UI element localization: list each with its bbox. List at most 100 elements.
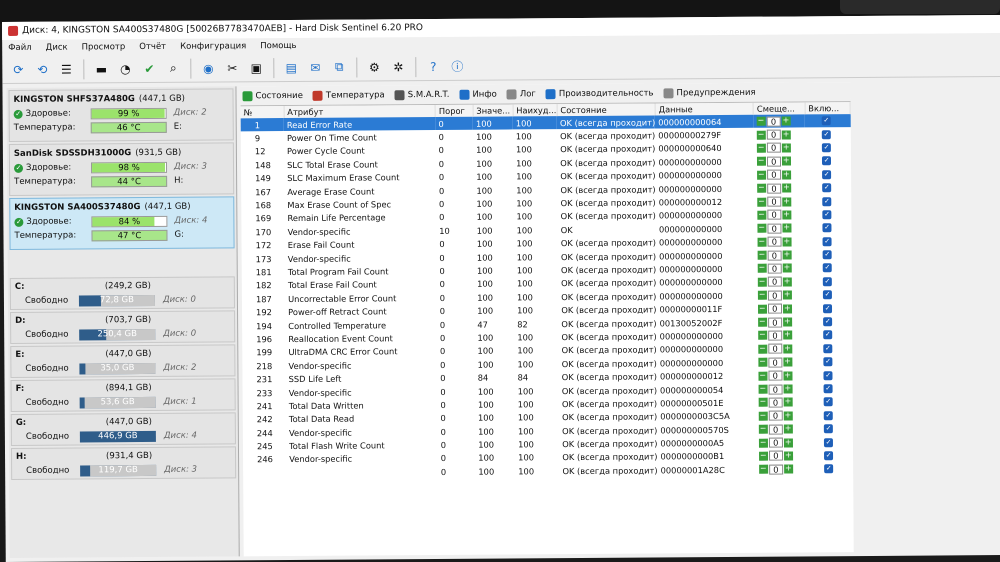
- minus-button[interactable]: −: [757, 290, 767, 300]
- minus-button[interactable]: −: [757, 210, 767, 220]
- plus-button[interactable]: +: [782, 236, 792, 247]
- offset-value[interactable]: 0: [768, 370, 783, 381]
- volume-card[interactable]: D: (703,7 GB) Свободно 250,4 GB Диск: 0: [10, 310, 236, 344]
- disk-search-icon[interactable]: ⌕: [163, 58, 183, 78]
- disk-test-icon[interactable]: ▬: [91, 59, 111, 79]
- plus-button[interactable]: +: [783, 464, 793, 474]
- minus-button[interactable]: −: [758, 437, 768, 448]
- plus-button[interactable]: +: [782, 223, 792, 233]
- column-header[interactable]: Значе...: [472, 104, 513, 117]
- offset-value[interactable]: 0: [767, 330, 783, 341]
- offset-value[interactable]: 0: [767, 263, 782, 274]
- menu-item[interactable]: Просмотр: [82, 42, 126, 52]
- enabled-checkbox[interactable]: ✓: [823, 303, 833, 313]
- enabled-checkbox[interactable]: ✓: [823, 317, 833, 327]
- disk-list-icon[interactable]: ☰: [56, 59, 76, 79]
- refresh-all-icon[interactable]: ⟲: [32, 59, 52, 79]
- column-header[interactable]: Вклю...: [804, 102, 851, 115]
- tab-6[interactable]: Предупреждения: [663, 87, 756, 98]
- plus-button[interactable]: +: [782, 330, 793, 340]
- minus-button[interactable]: −: [757, 330, 768, 341]
- minus-button[interactable]: −: [756, 169, 766, 180]
- settings-icon[interactable]: ✲: [388, 57, 408, 77]
- minus-button[interactable]: −: [758, 464, 768, 475]
- enabled-checkbox[interactable]: ✓: [823, 410, 833, 421]
- offset-value[interactable]: 0: [768, 357, 783, 368]
- plus-button[interactable]: +: [783, 370, 793, 381]
- help-icon[interactable]: ?: [423, 56, 443, 76]
- minus-button[interactable]: −: [756, 183, 766, 193]
- offset-value[interactable]: 0: [766, 143, 781, 154]
- enabled-checkbox[interactable]: ✓: [823, 290, 833, 300]
- mail-icon[interactable]: ✉: [305, 57, 325, 77]
- enabled-checkbox[interactable]: ✓: [822, 236, 832, 246]
- minus-button[interactable]: −: [757, 196, 767, 207]
- minus-button[interactable]: −: [758, 357, 768, 367]
- plus-button[interactable]: +: [783, 437, 793, 448]
- disk-card[interactable]: SanDisk SDSSDH31000G (931,5 GB) ✓ Здоровье…: [8, 142, 235, 196]
- disk-card[interactable]: KINGSTON SHFS37A480G (447,1 GB) ✓ Здоровье…: [8, 88, 234, 142]
- minus-button[interactable]: −: [758, 424, 768, 434]
- column-header[interactable]: Данные: [655, 102, 754, 116]
- plus-button[interactable]: +: [782, 263, 792, 274]
- plus-button[interactable]: +: [783, 383, 793, 394]
- column-header[interactable]: Смеще...: [753, 102, 805, 115]
- minus-button[interactable]: −: [758, 344, 768, 354]
- plus-button[interactable]: +: [783, 397, 793, 407]
- menu-item[interactable]: Диск: [46, 43, 68, 53]
- offset-value[interactable]: 0: [767, 303, 782, 314]
- plus-button[interactable]: +: [782, 276, 792, 287]
- enabled-checkbox[interactable]: ✓: [824, 451, 834, 461]
- minus-button[interactable]: −: [758, 397, 768, 408]
- offset-value[interactable]: 0: [767, 209, 782, 221]
- table-row[interactable]: 0 100 100 OK (всегда проходит) 00000001A…: [243, 462, 853, 480]
- plus-button[interactable]: +: [783, 357, 793, 367]
- minus-button[interactable]: −: [758, 410, 768, 421]
- disk-check-icon[interactable]: ✔: [139, 58, 159, 78]
- tab-2[interactable]: S.M.A.R.T.: [394, 89, 449, 100]
- enabled-checkbox[interactable]: ✓: [822, 277, 833, 287]
- enabled-checkbox[interactable]: ✓: [821, 129, 831, 139]
- minus-button[interactable]: −: [757, 236, 767, 247]
- offset-value[interactable]: 0: [767, 236, 782, 247]
- offset-value[interactable]: 0: [767, 290, 782, 301]
- report-icon[interactable]: ▤: [281, 57, 301, 77]
- minus-button[interactable]: −: [757, 277, 767, 287]
- volume-card[interactable]: C: (249,2 GB) Свободно 72,8 GB Диск: 0: [9, 276, 236, 310]
- offset-value[interactable]: 0: [766, 156, 781, 167]
- enabled-checkbox[interactable]: ✓: [824, 464, 834, 474]
- enabled-checkbox[interactable]: ✓: [821, 116, 831, 126]
- offset-value[interactable]: 0: [767, 276, 782, 288]
- offset-value[interactable]: 0: [768, 424, 783, 435]
- enabled-checkbox[interactable]: ✓: [823, 424, 834, 434]
- minus-button[interactable]: −: [756, 156, 766, 167]
- plus-button[interactable]: +: [782, 290, 792, 300]
- minus-button[interactable]: −: [757, 223, 767, 234]
- enabled-checkbox[interactable]: ✓: [822, 143, 832, 153]
- offset-value[interactable]: 0: [766, 183, 781, 194]
- disk-card[interactable]: KINGSTON SA400S37480G (447,1 GB) ✓ Здоровь…: [9, 196, 235, 250]
- minus-button[interactable]: −: [757, 250, 767, 260]
- gear-icon[interactable]: ⚙: [364, 57, 384, 77]
- column-header[interactable]: Наихуд...: [512, 104, 557, 117]
- plus-button[interactable]: +: [782, 303, 792, 314]
- menu-item[interactable]: Отчёт: [139, 42, 166, 52]
- plus-button[interactable]: +: [783, 424, 793, 434]
- plus-button[interactable]: +: [781, 116, 791, 126]
- enabled-checkbox[interactable]: ✓: [822, 156, 832, 166]
- enabled-checkbox[interactable]: ✓: [823, 370, 833, 380]
- tab-3[interactable]: Инфо: [459, 89, 497, 100]
- info-icon[interactable]: ⓘ: [447, 56, 467, 76]
- volume-card[interactable]: F: (894,1 GB) Свободно 53,6 GB Диск: 1: [10, 378, 236, 412]
- plus-button[interactable]: +: [782, 209, 792, 220]
- column-header[interactable]: Порог: [435, 104, 473, 117]
- enabled-checkbox[interactable]: ✓: [822, 196, 832, 206]
- tab-5[interactable]: Производительность: [545, 88, 654, 99]
- plus-button[interactable]: +: [782, 317, 792, 327]
- minus-button[interactable]: −: [756, 143, 766, 153]
- plus-button[interactable]: +: [783, 343, 793, 354]
- plus-button[interactable]: +: [781, 129, 791, 140]
- menu-item[interactable]: Конфигурация: [180, 41, 246, 51]
- plus-button[interactable]: +: [782, 250, 792, 260]
- plus-button[interactable]: +: [781, 156, 791, 166]
